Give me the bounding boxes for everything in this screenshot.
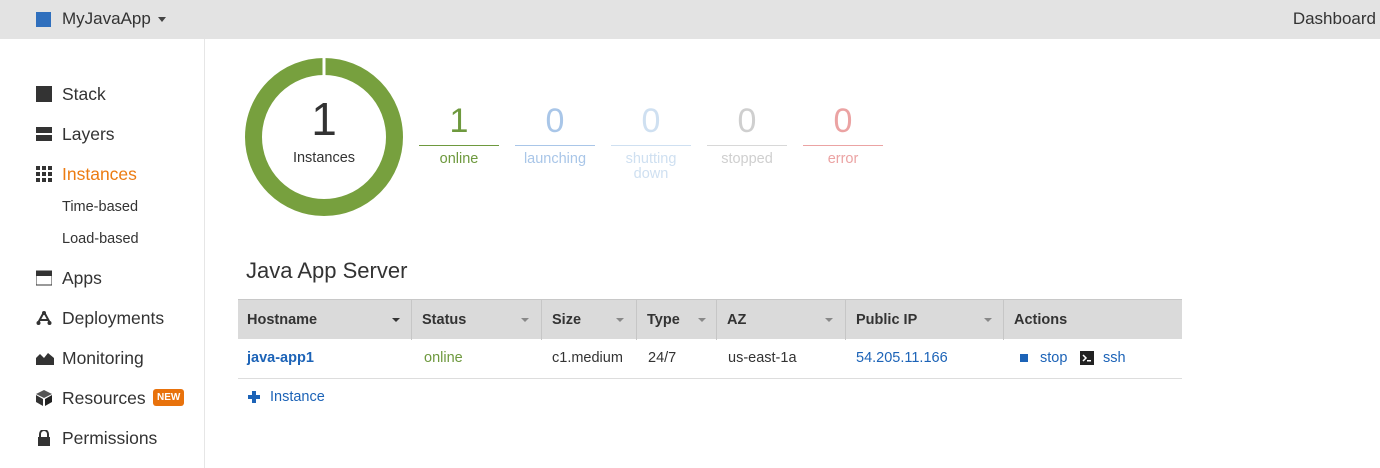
sidebar-item-apps[interactable]: Apps <box>35 266 102 290</box>
sidebar-item-stack[interactable]: Stack <box>36 82 106 106</box>
column-header-type[interactable]: Type <box>638 300 717 340</box>
sort-caret-icon <box>392 318 400 322</box>
chevron-down-icon <box>157 16 166 22</box>
stat-error-value: 0 <box>833 102 853 140</box>
stat-launching[interactable]: 0 launching <box>515 101 595 167</box>
table-header: Hostname Status Size Type AZ Public IP A… <box>238 299 1182 340</box>
stat-online-label: online <box>439 151 479 167</box>
ssh-action-label: ssh <box>1103 350 1126 366</box>
sort-caret-icon <box>825 318 833 322</box>
stat-stopped[interactable]: 0 stopped <box>707 101 787 167</box>
sidebar-item-label: Layers <box>62 123 115 144</box>
app-icon <box>36 11 51 27</box>
deployments-icon <box>36 310 52 326</box>
sidebar-item-label: Stack <box>62 83 106 104</box>
instances-table: Hostname Status Size Type AZ Public IP A… <box>238 299 1182 379</box>
sidebar-item-label: Apps <box>62 267 102 288</box>
sidebar-item-permissions[interactable]: Permissions <box>36 426 157 450</box>
app-switcher[interactable]: MyJavaApp <box>36 9 166 29</box>
stat-launching-underline <box>515 145 595 146</box>
top-bar: MyJavaApp Dashboard <box>0 0 1380 39</box>
column-header-actions: Actions <box>1005 300 1182 340</box>
plus-icon <box>248 391 260 403</box>
stat-shutting-down-underline <box>611 145 691 146</box>
stop-action-label: stop <box>1040 350 1068 366</box>
stat-launching-value: 0 <box>545 102 565 140</box>
column-header-public-ip[interactable]: Public IP <box>847 300 1004 340</box>
add-instance-button[interactable]: Instance <box>248 388 325 406</box>
sidebar-item-label: Permissions <box>62 427 158 448</box>
lock-icon <box>36 429 52 446</box>
stat-error-label: error <box>827 151 859 167</box>
stat-stopped-value: 0 <box>737 102 757 140</box>
sidebar-item-deployments[interactable]: Deployments <box>36 306 164 330</box>
column-header-label: Status <box>422 312 467 328</box>
add-instance-label: Instance <box>270 389 325 405</box>
stat-error[interactable]: 0 error <box>803 101 883 167</box>
instances-total-label: Instances <box>292 150 356 166</box>
column-header-label: Type <box>647 312 680 328</box>
app-name: MyJavaApp <box>62 9 151 28</box>
stat-shutting-down-label: shutting down <box>625 151 677 182</box>
stat-shutting-down-value: 0 <box>641 102 661 140</box>
stack-icon <box>36 86 52 102</box>
stat-stopped-underline <box>707 145 787 146</box>
sort-caret-icon <box>984 318 992 322</box>
grid-icon <box>36 166 52 182</box>
column-header-label: AZ <box>727 312 747 328</box>
sidebar-item-label: Deployments <box>62 307 165 328</box>
sidebar-item-instances[interactable]: Instances <box>36 162 137 186</box>
public-ip-link[interactable]: 54.205.11.166 <box>856 339 948 379</box>
dashboard-link[interactable]: Dashboard <box>1293 9 1376 29</box>
column-header-status[interactable]: Status <box>413 300 542 340</box>
sidebar-item-label: Instances <box>62 163 137 184</box>
stat-stopped-label: stopped <box>721 151 773 167</box>
sidebar: Stack Layers Instances Time-based Load-b… <box>0 39 205 468</box>
type-value: 24/7 <box>648 350 677 366</box>
sidebar-subitem-time-based[interactable]: Time-based <box>62 199 138 215</box>
stop-action[interactable]: stop <box>1020 339 1067 377</box>
sidebar-subitem-load-based[interactable]: Load-based <box>62 231 139 247</box>
sidebar-item-monitoring[interactable]: Monitoring <box>36 346 144 370</box>
column-header-size[interactable]: Size <box>543 300 637 340</box>
cube-icon <box>36 390 52 406</box>
sidebar-item-label: Resources <box>62 387 146 408</box>
sidebar-item-resources[interactable]: Resources NEW <box>36 386 185 410</box>
sort-caret-icon <box>698 318 706 322</box>
sort-caret-icon <box>616 318 624 322</box>
column-header-label: Public IP <box>856 312 918 328</box>
apps-icon <box>35 270 53 286</box>
column-header-label: Hostname <box>247 312 318 328</box>
stat-online-underline <box>419 145 499 146</box>
column-header-label: Actions <box>1014 312 1068 328</box>
stat-launching-label: launching <box>523 151 587 167</box>
layers-icon <box>36 126 52 142</box>
stop-icon <box>1020 354 1028 362</box>
donut-gap <box>322 58 326 77</box>
instances-total: 1 <box>311 93 337 145</box>
sort-caret-icon <box>521 318 529 322</box>
monitoring-icon <box>36 350 54 366</box>
new-badge: NEW <box>153 389 185 406</box>
column-header-az[interactable]: AZ <box>718 300 846 340</box>
stat-online[interactable]: 1 online <box>419 101 499 167</box>
stat-shutting-down[interactable]: 0 shutting down <box>611 101 691 182</box>
ssh-action[interactable]: ssh <box>1080 339 1126 377</box>
az-value: us-east-1a <box>728 350 797 366</box>
table-row: java-app1 online c1.medium 24/7 us-east-… <box>238 339 1182 379</box>
status-value: online <box>424 350 463 366</box>
stat-online-value: 1 <box>449 102 469 140</box>
sidebar-item-layers[interactable]: Layers <box>36 122 115 146</box>
stat-error-underline <box>803 145 883 146</box>
hostname-link[interactable]: java-app1 <box>247 339 314 379</box>
column-header-hostname[interactable]: Hostname <box>238 300 412 340</box>
layer-title: Java App Server <box>246 258 408 283</box>
terminal-icon <box>1080 351 1094 365</box>
sidebar-item-label: Monitoring <box>62 347 144 368</box>
size-value: c1.medium <box>552 350 623 366</box>
column-header-label: Size <box>552 312 582 328</box>
